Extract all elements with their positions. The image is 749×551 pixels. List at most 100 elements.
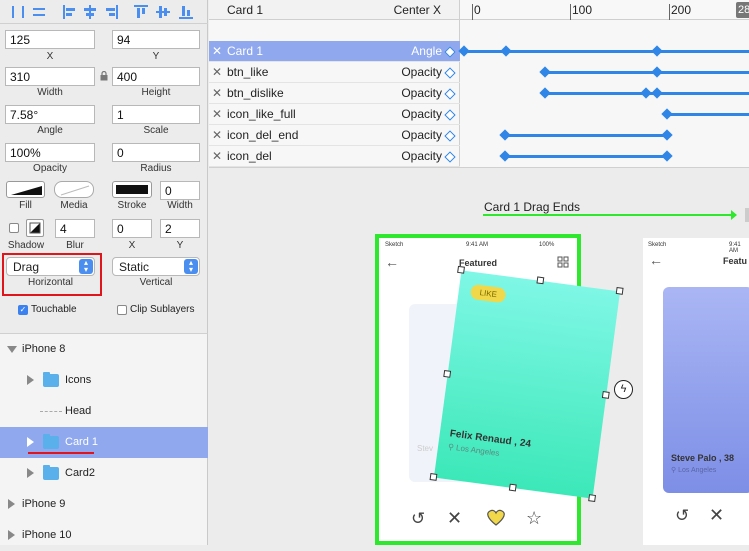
keyframe[interactable]: [499, 150, 511, 162]
keyframe[interactable]: [539, 66, 551, 78]
keyframe-toggle-icon[interactable]: [444, 130, 456, 142]
disclosure-open-icon[interactable]: [7, 346, 17, 353]
stroke-swatch[interactable]: [112, 181, 152, 198]
undo-icon[interactable]: ↺: [675, 506, 689, 526]
keyframe[interactable]: [651, 45, 663, 57]
align-right-icon[interactable]: [103, 4, 119, 20]
layer-icons[interactable]: Icons: [0, 365, 208, 396]
disclosure-closed-icon[interactable]: [8, 499, 15, 509]
timeline-row-card1[interactable]: ✕ Card 1 Angle: [209, 41, 460, 62]
timeline-row-icon-del-end[interactable]: ✕ icon_del_end Opacity: [209, 125, 460, 146]
resize-handle[interactable]: [508, 483, 517, 492]
design-canvas[interactable]: Card 1 Drag Ends Sketch 9:41 AM 100% ← F…: [209, 168, 749, 545]
layer-head[interactable]: Head: [0, 396, 208, 427]
back-arrow-icon[interactable]: ←: [385, 254, 399, 270]
layer-iphone-9[interactable]: iPhone 9: [0, 489, 208, 520]
time-ruler[interactable]: 0 100 200 28: [460, 0, 749, 20]
angle-field[interactable]: 7.58°: [5, 105, 95, 124]
height-field[interactable]: 400: [112, 67, 200, 86]
media-swatch[interactable]: [54, 181, 94, 198]
align-bottom-icon[interactable]: [178, 4, 194, 20]
card-1[interactable]: LIKE Felix Renaud , 24 ⚲ Los Angeles: [429, 265, 624, 503]
layer-label: iPhone 10: [22, 529, 72, 541]
keyframe-toggle-icon[interactable]: [444, 88, 456, 100]
layer-card2[interactable]: Card2: [0, 458, 208, 489]
align-left-edge-icon[interactable]: [10, 4, 26, 20]
disclosure-closed-icon[interactable]: [27, 437, 34, 447]
y-field[interactable]: 94: [112, 30, 200, 49]
timeline-row-btn-dislike[interactable]: ✕ btn_dislike Opacity: [209, 83, 460, 104]
back-arrow-icon[interactable]: ←: [649, 252, 663, 268]
shadow-y-field[interactable]: 2: [160, 219, 200, 238]
resize-handle[interactable]: [536, 276, 545, 285]
disclosure-closed-icon[interactable]: [27, 468, 34, 478]
heart-icon[interactable]: [485, 509, 507, 527]
lightning-icon[interactable]: ϟ: [614, 380, 633, 399]
align-center-icon[interactable]: [82, 4, 98, 20]
close-icon[interactable]: ✕: [212, 41, 222, 62]
lock-icon[interactable]: [100, 70, 108, 81]
close-icon[interactable]: ✕: [447, 508, 462, 529]
close-icon[interactable]: ✕: [212, 62, 222, 83]
shadow-checkbox[interactable]: [9, 223, 19, 233]
nav-title: Featu: [723, 256, 748, 266]
keyframe-toggle-icon[interactable]: [444, 151, 456, 163]
clip-sublayers-checkbox[interactable]: [117, 305, 127, 315]
horizontal-dropdown[interactable]: Drag ▴ ▾: [6, 257, 95, 276]
keyframe-toggle-icon[interactable]: [444, 46, 456, 58]
x-field[interactable]: 125: [5, 30, 95, 49]
close-icon[interactable]: ✕: [709, 505, 724, 526]
align-left-icon[interactable]: [62, 4, 78, 20]
align-middle-icon[interactable]: [155, 4, 171, 20]
keyframe[interactable]: [539, 87, 551, 99]
close-icon[interactable]: ✕: [212, 146, 222, 167]
keyframe-toggle-icon[interactable]: [444, 67, 456, 79]
shadow-color-swatch[interactable]: [26, 219, 44, 237]
keyframe[interactable]: [661, 150, 673, 162]
disclosure-closed-icon[interactable]: [8, 530, 15, 540]
timeline-row-btn-like[interactable]: ✕ btn_like Opacity: [209, 62, 460, 83]
resize-handle[interactable]: [443, 369, 452, 378]
radius-field[interactable]: 0: [112, 143, 200, 162]
star-icon[interactable]: ☆: [526, 508, 542, 529]
close-icon[interactable]: ✕: [212, 104, 222, 125]
resize-handle[interactable]: [601, 391, 610, 399]
resize-handle[interactable]: [615, 286, 624, 295]
blur-field[interactable]: 4: [55, 219, 95, 238]
timeline-row-icon-like-full[interactable]: ✕ icon_like_full Opacity: [209, 104, 460, 125]
undo-icon[interactable]: ↺: [411, 509, 425, 529]
vertical-dropdown[interactable]: Static ▴ ▾: [112, 257, 200, 276]
phone-iphone-9[interactable]: Sketch 9:41 AM ← Featu Steve Palo , 38 ⚲…: [643, 238, 749, 545]
resize-handle[interactable]: [457, 265, 465, 274]
keyframe[interactable]: [651, 66, 663, 78]
playhead-label[interactable]: 28: [736, 2, 749, 18]
distribute-horizontal-icon[interactable]: [31, 4, 47, 20]
shadow-x-field[interactable]: 0: [112, 219, 152, 238]
align-top-icon[interactable]: [133, 4, 149, 20]
keyframe[interactable]: [661, 129, 673, 141]
touchable-checkbox[interactable]: ✓: [18, 305, 28, 315]
card-2[interactable]: Steve Palo , 38 ⚲ Los Angeles: [663, 287, 749, 493]
keyframe[interactable]: [458, 45, 470, 57]
close-icon[interactable]: ✕: [212, 125, 222, 146]
timeline-row-icon-del[interactable]: ✕ icon_del Opacity: [209, 146, 460, 167]
scale-field[interactable]: 1: [112, 105, 200, 124]
disclosure-closed-icon[interactable]: [27, 375, 34, 385]
resize-handle[interactable]: [429, 473, 438, 481]
keyframe[interactable]: [651, 87, 663, 99]
keyframe[interactable]: [661, 108, 673, 120]
layer-iphone-10[interactable]: iPhone 10: [0, 520, 208, 551]
close-icon[interactable]: ✕: [212, 83, 222, 104]
stroke-width-field[interactable]: 0: [160, 181, 200, 200]
opacity-field[interactable]: 100%: [5, 143, 95, 162]
resize-handle[interactable]: [588, 494, 597, 503]
grid-icon[interactable]: [557, 256, 569, 268]
width-field[interactable]: 310: [5, 67, 95, 86]
keyframe[interactable]: [500, 45, 512, 57]
layer-iphone-8[interactable]: iPhone 8: [0, 334, 208, 365]
keyframe[interactable]: [640, 87, 652, 99]
keyframe-toggle-icon[interactable]: [444, 109, 456, 121]
keyframe-tracks[interactable]: [458, 41, 749, 168]
keyframe[interactable]: [499, 129, 511, 141]
fill-swatch[interactable]: [6, 181, 45, 198]
